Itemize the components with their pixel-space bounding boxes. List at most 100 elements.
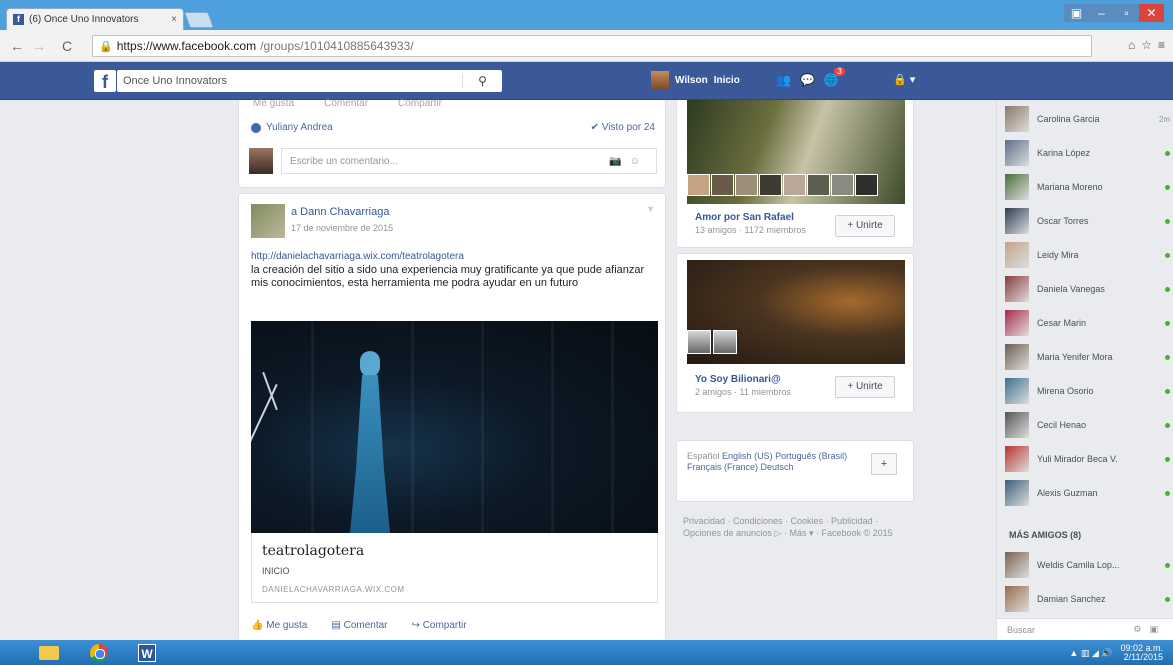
chat-friend-row[interactable]: Maria Yenifer Mora — [1005, 342, 1170, 372]
chat-friend-name: Karina López — [1037, 148, 1091, 158]
browser-toolbar: ← → C 🔒 https://www.facebook.com/groups/… — [0, 30, 1173, 62]
online-status-icon — [1165, 320, 1170, 326]
group-meta: 13 amigos · 1172 miembros — [695, 225, 806, 235]
chat-friend-row[interactable]: Cecil Henao — [1005, 410, 1170, 440]
menu-icon[interactable]: ≡ — [1158, 38, 1165, 52]
chevron-down-icon[interactable]: ▼ — [646, 204, 655, 214]
facebook-logo[interactable]: f — [94, 70, 116, 92]
like-button[interactable]: 👍 Me gusta — [251, 620, 307, 631]
chat-friend-row[interactable]: Yuli Mirador Beca V. — [1005, 444, 1170, 474]
link-preview-image[interactable] — [251, 321, 658, 533]
liker-name[interactable]: Yuliany Andrea — [266, 122, 333, 133]
seen-by[interactable]: ✔ Visto por 24 — [591, 122, 655, 133]
window-controls: ▣ – ▫ ✕ — [1064, 4, 1164, 22]
chat-friend-name: Yuli Mirador Beca V. — [1037, 454, 1118, 464]
chat-friend-row[interactable]: Alexis Guzman — [1005, 478, 1170, 508]
link-preview-card[interactable]: teatrolagotera INICIO DANIELACHAVARRIAGA… — [251, 533, 658, 603]
chat-friend-row[interactable]: Daniela Vanegas — [1005, 274, 1170, 304]
online-status-icon — [1165, 184, 1170, 190]
home-link[interactable]: Inicio — [714, 75, 740, 86]
clock[interactable]: 09:02 a.m. 2/11/2015 — [1120, 644, 1163, 662]
new-tab-button[interactable] — [184, 12, 214, 28]
comment-placeholder: Escribe un comentario... — [290, 155, 398, 167]
group-name[interactable]: Yo Soy Bilionari@ — [695, 374, 781, 385]
lock-icon: 🔒 — [99, 40, 113, 53]
avatar — [1005, 310, 1029, 336]
avatar — [1005, 140, 1029, 166]
avatar — [249, 148, 273, 174]
chat-friend-row[interactable]: Damian Sanchez — [1005, 584, 1170, 614]
privacy-menu-icon[interactable]: 🔒 ▾ — [893, 73, 915, 86]
chat-friend-row[interactable]: Cesar Marin — [1005, 308, 1170, 338]
avatar — [1005, 586, 1029, 612]
minimize-icon[interactable]: – — [1089, 4, 1114, 22]
chat-friend-name: Mirena Osorio — [1037, 386, 1094, 396]
back-icon[interactable]: ← — [10, 38, 24, 54]
word-icon[interactable]: W — [128, 642, 166, 664]
user-profile-icon[interactable]: ▣ — [1064, 4, 1089, 22]
post-author[interactable]: a Dann Chavarriaga — [291, 206, 389, 218]
comment-input[interactable]: Escribe un comentario... 📷☺ — [281, 148, 657, 174]
like-button[interactable]: Me gusta — [253, 98, 294, 109]
avatar[interactable] — [251, 204, 285, 238]
chat-friend-row[interactable]: Mirena Osorio — [1005, 376, 1170, 406]
post-link[interactable]: http://danielachavarriaga.wix.com/teatro… — [251, 251, 464, 262]
maximize-icon[interactable]: ▫ — [1114, 4, 1139, 22]
comment-button[interactable]: ▤ Comentar — [331, 620, 387, 631]
chat-friend-name: Cesar Marin — [1037, 318, 1087, 328]
chat-friend-row[interactable]: Weldis Camila Lop... — [1005, 550, 1170, 580]
address-bar[interactable]: 🔒 https://www.facebook.com/groups/101041… — [92, 35, 1092, 57]
avatar — [1005, 480, 1029, 506]
chat-friend-row[interactable]: Leidy Mira — [1005, 240, 1170, 270]
tab-close-icon[interactable]: × — [171, 14, 177, 25]
windows-taskbar: W ▲ ▥ ◢ 🔊 09:02 a.m. 2/11/2015 — [0, 640, 1173, 665]
online-status-icon — [1165, 388, 1170, 394]
camera-icon[interactable]: 📷☺ — [609, 156, 648, 167]
friend-requests-icon[interactable]: 👥 — [776, 73, 791, 87]
chat-friend-row[interactable]: Karina López — [1005, 138, 1170, 168]
online-status-icon — [1165, 150, 1170, 156]
messages-icon[interactable]: 💬 — [800, 73, 815, 87]
facebook-header: f Once Uno Innovators ⚲ Wilson Inicio 👥 … — [0, 62, 1173, 100]
bookmark-star-icon[interactable]: ☆ — [1141, 38, 1152, 52]
profile-link[interactable]: Wilson Inicio — [651, 71, 740, 89]
comment-button[interactable]: Comentar — [324, 98, 368, 109]
forward-icon[interactable]: → — [32, 38, 46, 54]
search-icon[interactable]: ⚲ — [462, 74, 502, 88]
chat-search-input[interactable]: Buscar ⚙▣ — [997, 618, 1173, 640]
close-window-icon[interactable]: ✕ — [1139, 4, 1164, 22]
share-button[interactable]: ↪ Compartir — [412, 620, 467, 631]
avatar — [1005, 446, 1029, 472]
translate-icon[interactable]: ⌂ — [1128, 38, 1135, 52]
chat-friend-name: Daniela Vanegas — [1037, 284, 1105, 294]
share-button[interactable]: Compartir — [398, 98, 442, 109]
user-name: Wilson — [675, 74, 708, 86]
chat-friend-row[interactable]: Carolina Garcia 2m — [1005, 104, 1170, 134]
chat-friend-name: Damian Sanchez — [1037, 594, 1106, 604]
more-languages-button[interactable]: + — [871, 453, 897, 475]
browser-tab[interactable]: f (6) Once Uno Innovators × — [6, 8, 184, 30]
avatar — [1005, 174, 1029, 200]
online-status-icon — [1165, 218, 1170, 224]
network-icon[interactable]: ▲ ▥ ◢ 🔊 — [1069, 648, 1112, 659]
fb-jewels: 👥 💬 🌐 3 — [776, 67, 845, 87]
tab-title: (6) Once Uno Innovators — [29, 14, 139, 25]
chrome-icon[interactable] — [80, 642, 118, 664]
chat-friend-name: Maria Yenifer Mora — [1037, 352, 1113, 362]
join-group-button[interactable]: + Unirte — [835, 215, 895, 237]
fb-search-input[interactable]: Once Uno Innovators ⚲ — [117, 70, 502, 92]
preview-subtitle: INICIO — [262, 566, 290, 576]
comment-label: Comentar — [343, 620, 388, 631]
footer-links[interactable]: Privacidad · Condiciones · Cookies · Pub… — [683, 515, 913, 539]
reload-icon[interactable]: C — [62, 38, 72, 54]
file-explorer-icon[interactable] — [30, 642, 68, 664]
last-active-time: 2m — [1158, 114, 1170, 124]
notifications-icon[interactable]: 🌐 3 — [824, 67, 845, 87]
chat-friend-row[interactable]: Oscar Torres — [1005, 206, 1170, 236]
join-group-button[interactable]: + Unirte — [835, 376, 895, 398]
group-name[interactable]: Amor por San Rafael — [695, 212, 794, 223]
chat-friend-row[interactable]: Mariana Moreno — [1005, 172, 1170, 202]
post-date[interactable]: 17 de noviembre de 2015 — [291, 223, 393, 233]
avatar — [1005, 106, 1029, 132]
chat-settings-icon[interactable]: ⚙▣ — [1133, 624, 1166, 635]
